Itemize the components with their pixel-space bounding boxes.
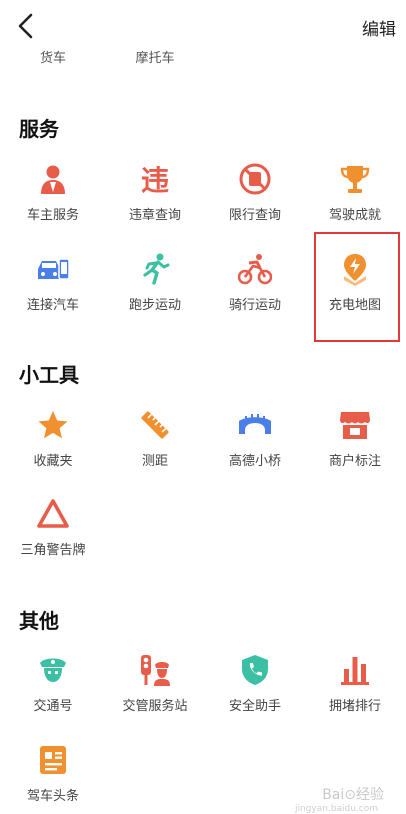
star-icon <box>38 411 68 439</box>
section-title-tools: 小工具 <box>19 363 79 387</box>
menu-item-label: 连接汽车 <box>26 298 79 313</box>
shop-icon <box>340 412 370 439</box>
menu-item-truck[interactable]: 货车 <box>2 47 104 66</box>
ruler-icon <box>141 411 169 439</box>
connected-car-icon <box>38 258 70 280</box>
edit-button[interactable]: 编辑 <box>362 15 396 40</box>
menu-item-label: 安全助手 <box>228 699 281 714</box>
bar-chart-icon <box>341 657 369 685</box>
menu-item-label: 测距 <box>141 454 168 469</box>
violation-icon: 违 <box>141 164 169 196</box>
menu-item-label: 拥堵排行 <box>328 699 381 714</box>
menu-item-label: 收藏夹 <box>33 454 73 469</box>
menu-item-label: 商户标注 <box>328 454 381 469</box>
menu-item-label: 驾驶成就 <box>328 208 381 223</box>
menu-item-merchant-tag[interactable]: 商户标注 <box>304 408 406 469</box>
menu-item-warning-triangle[interactable]: 三角警告牌 <box>2 497 104 558</box>
bridge-icon <box>239 414 271 434</box>
person-icon <box>41 165 65 194</box>
shield-phone-icon <box>242 655 268 685</box>
runner-icon <box>143 253 170 285</box>
restriction-icon <box>239 163 271 195</box>
menu-item-label: 车主服务 <box>26 208 79 223</box>
section-title-services: 服务 <box>19 117 59 141</box>
menu-item-label: 驾车头条 <box>26 789 79 804</box>
warning-triangle-icon <box>37 499 69 528</box>
menu-item-owner-service[interactable]: 车主服务 <box>2 162 104 223</box>
menu-item-amap-bridge[interactable]: 高德小桥 <box>204 408 306 469</box>
menu-item-traffic-account[interactable]: 交通号 <box>2 653 104 714</box>
menu-item-label: 骑行运动 <box>228 298 281 313</box>
menu-item-connect-car[interactable]: 连接汽车 <box>2 252 104 313</box>
menu-item-favorites[interactable]: 收藏夹 <box>2 408 104 469</box>
top-bar: 编辑 <box>0 0 406 52</box>
menu-item-congestion-ranking[interactable]: 拥堵排行 <box>304 653 406 714</box>
menu-item-label: 限行查询 <box>228 208 281 223</box>
menu-item-label: 违章查询 <box>128 208 181 223</box>
menu-item-running[interactable]: 跑步运动 <box>104 252 206 313</box>
violation-glyph: 违 <box>141 164 169 196</box>
menu-item-driving-headlines[interactable]: 驾车头条 <box>2 743 104 804</box>
menu-item-cycling[interactable]: 骑行运动 <box>204 252 306 313</box>
menu-item-motorcycle[interactable]: 摩托车 <box>104 47 206 66</box>
menu-item-safety-assistant[interactable]: 安全助手 <box>204 653 306 714</box>
menu-item-driving-achievement[interactable]: 驾驶成就 <box>304 162 406 223</box>
menu-item-label: 交管服务站 <box>122 699 188 714</box>
watermark-url: jingyan.baidu.com <box>294 804 378 814</box>
traffic-police-station-icon <box>141 655 170 686</box>
menu-item-violation-query[interactable]: 违 违章查询 <box>104 162 206 223</box>
menu-item-label: 三角警告牌 <box>20 543 86 558</box>
menu-item-label: 高德小桥 <box>228 454 281 469</box>
charging-map-icon <box>344 254 366 286</box>
menu-item-label: 跑步运动 <box>128 298 181 313</box>
menu-item-traffic-service-station[interactable]: 交管服务站 <box>104 653 206 714</box>
watermark-logo: Bai⊙经验 <box>322 787 384 803</box>
menu-item-charging-map[interactable]: 充电地图 <box>304 252 406 313</box>
news-icon <box>40 746 66 774</box>
menu-item-restriction-query[interactable]: 限行查询 <box>204 162 306 223</box>
police-officer-icon <box>40 658 66 682</box>
cyclist-icon <box>238 254 272 285</box>
section-title-others: 其他 <box>19 609 59 633</box>
menu-item-label: 充电地图 <box>328 298 381 313</box>
trophy-icon <box>340 166 370 193</box>
back-arrow-icon[interactable] <box>14 12 38 40</box>
menu-item-measure-distance[interactable]: 测距 <box>104 408 206 469</box>
menu-item-label: 交通号 <box>33 699 73 714</box>
